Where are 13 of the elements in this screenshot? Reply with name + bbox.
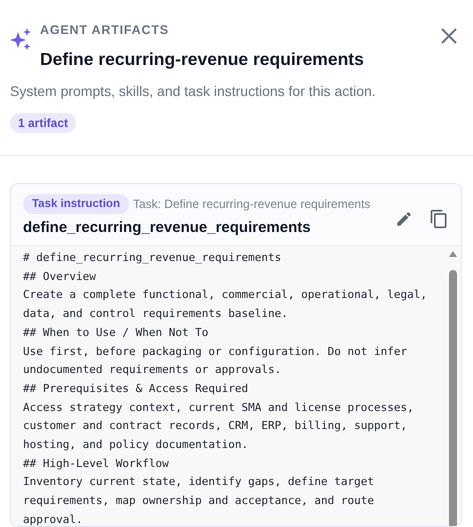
panel-title: Define recurring-revenue requirements bbox=[40, 48, 365, 70]
scroll-up-icon[interactable] bbox=[448, 250, 458, 258]
artifact-name: define_recurring_revenue_requirements bbox=[23, 218, 312, 237]
artifact-count: 1 artifact bbox=[10, 113, 76, 133]
panel-description: System prompts, skills, and task instructions for this action. bbox=[10, 82, 377, 100]
scrollbar-thumb[interactable] bbox=[449, 270, 457, 526]
artifact-meta: Task: Define recurring-revenue requirements bbox=[132, 196, 370, 213]
artifact-type: Task instruction bbox=[23, 194, 129, 214]
edit-button[interactable] bbox=[395, 210, 413, 228]
copy-button[interactable] bbox=[429, 208, 449, 230]
code-content: # define_recurring_revenue_requirements ## Overview Create a complete functional, commercial, operational, legal, data, and control requirements baseline. ## When to Use / When Not To Use first, before packaging or configuration. Do not infer undocumented requirements or approvals. ## Prerequisites & Access Required Access strategy context, current SMA and license processes, customer and contract records, CRM, ERP, billing, support, hosting, and policy documentation. ## High-Level Workflow Inventory current state, identify gaps, define target requirements, map ownership and acceptance, and route approval. bbox=[22, 250, 428, 526]
section-label: AGENT ARTIFACTS bbox=[40, 22, 170, 38]
sparkle-icon bbox=[10, 28, 32, 52]
